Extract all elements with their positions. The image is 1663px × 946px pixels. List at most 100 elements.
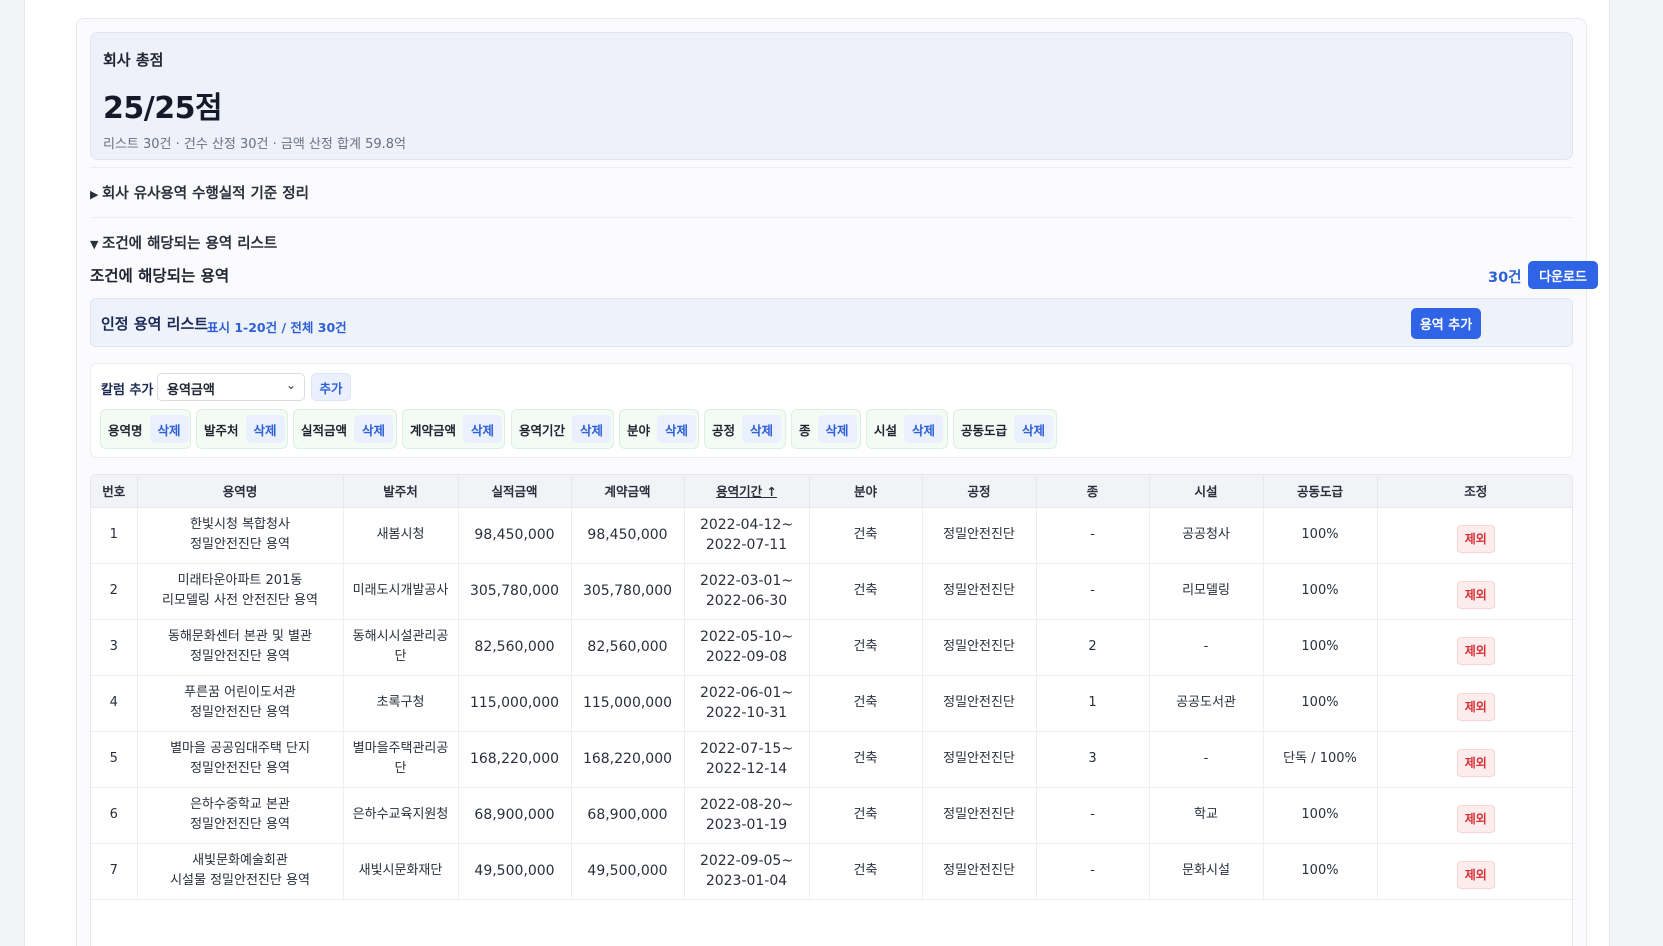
column-delete-button[interactable]: 삭제 [354,415,394,443]
cell-facility: - [1149,731,1264,788]
exclude-button[interactable]: 제외 [1456,861,1495,889]
column-add-button[interactable]: 추가 [311,373,351,401]
cell-type: - [1036,563,1150,620]
column-delete-button[interactable]: 삭제 [657,415,697,443]
column-delete-button[interactable]: 삭제 [904,415,944,443]
cell-client: 새봄시청 [343,507,459,564]
cell-perf-amount: 82,560,000 [458,619,572,676]
cell-facility: 리모델링 [1149,563,1264,620]
table-row: 7 새빛문화예술회관 시설물 정밀안전진단 용역 새빛시문화재단 49,500,000 4… [91,843,1572,900]
cell-no: 1 [91,507,138,564]
cell-process: 정밀안전진단 [922,507,1037,564]
cell-process: 정밀안전진단 [922,787,1037,844]
cell-client: 미래도시개발공사 [343,563,459,620]
cell-field: 건축 [809,843,923,900]
cell-client: 새빛시문화재단 [343,843,459,900]
cell-period: 2022-08-20~ 2023-01-19 [684,787,810,844]
cell-period: 2022-03-01~ 2022-06-30 [684,563,810,620]
column-chip-label: 종 [799,422,811,438]
table-row: 6 은하수중학교 본관 정밀안전진단 용역 은하수교육지원청 68,900,000 68,… [91,787,1572,844]
cell-period-start: 2022-09-05~ [699,853,794,869]
chevron-down-icon: ⌄ [285,378,296,392]
cell-name-line: 정밀안전진단 용역 [190,761,290,776]
expanded-triangle-icon: ▼ [90,238,99,251]
column-chip-label: 시설 [874,422,898,438]
column-delete-button[interactable]: 삭제 [245,415,285,443]
cell-facility: - [1149,619,1264,676]
cell-perf-amount: 68,900,000 [458,787,572,844]
cell-perf-amount: 168,220,000 [458,731,572,788]
column-chip: 용역명 삭제 [100,409,191,449]
divider [90,217,1573,218]
header-name: 용역명 [137,475,344,508]
column-delete-button[interactable]: 삭제 [572,415,612,443]
cell-process: 정밀안전진단 [922,563,1037,620]
header-facility: 시설 [1149,475,1264,508]
column-delete-button[interactable]: 삭제 [742,415,782,443]
cell-period: 2022-07-15~ 2022-12-14 [684,731,810,788]
cell-field: 건축 [809,619,923,676]
approved-list-title: 인정 용역 리스트 [101,315,209,333]
cell-client: 초록구청 [343,675,459,732]
cell-type: - [1036,843,1150,900]
cell-name-line: 별마을 공공임대주택 단지 [170,741,310,756]
header-contract-amount: 계약금액 [571,475,685,508]
cell-name: 한빛시청 복합청사 정밀안전진단 용역 [137,507,344,564]
exclude-button[interactable]: 제외 [1456,693,1495,721]
cell-period-start: 2022-03-01~ [699,573,794,589]
column-delete-button[interactable]: 삭제 [1014,415,1054,443]
cell-client: 동해시시설관리공단 [343,619,459,676]
list-section-label: 조건에 해당되는 용역 리스트 [102,236,278,252]
cell-name-line: 은하수중학교 본관 [190,797,290,812]
cell-period-end: 2023-01-19 [705,817,788,833]
exclude-button[interactable]: 제외 [1456,805,1495,833]
download-button[interactable]: 다운로드 [1528,261,1598,289]
cell-no: 5 [91,731,138,788]
table-row: 4 푸른꿈 어린이도서관 정밀안전진단 용역 초록구청 115,000,000 115,0… [91,675,1572,732]
cell-contract-amount: 98,450,000 [571,507,685,564]
cell-name: 미래타운아파트 201동 리모델링 사전 안전진단 용역 [137,563,344,620]
cell-name-line: 정밀안전진단 용역 [190,649,290,664]
column-chip-label: 공동도급 [961,422,1008,438]
header-period-label: 용역기간 ↑ [716,484,777,500]
cell-no: 7 [91,843,138,900]
cell-name-line: 새빛문화예술회관 [192,853,288,868]
service-table: 번호 용역명 발주처 실적금액 계약금액 용역기간 ↑ 분야 공정 종 시설 공… [90,474,1573,946]
cell-perf-amount: 115,000,000 [458,675,572,732]
cell-contract-amount: 82,560,000 [571,619,685,676]
exclude-button[interactable]: 제외 [1456,525,1495,553]
cell-name-line: 정밀안전진단 용역 [190,817,290,832]
column-chip-label: 실적금액 [301,422,348,438]
column-delete-button[interactable]: 삭제 [149,415,189,443]
column-delete-button[interactable]: 삭제 [463,415,503,443]
column-select[interactable]: 용역금액 ⌄ [157,373,305,401]
cell-type: - [1036,787,1150,844]
cell-period: 2022-09-05~ 2023-01-04 [684,843,810,900]
exclude-button[interactable]: 제외 [1456,637,1495,665]
cell-joint: 100% [1263,843,1378,900]
cell-adjust: 제외 [1377,619,1572,676]
cell-process: 정밀안전진단 [922,619,1037,676]
cell-field: 건축 [809,563,923,620]
column-chip: 용역기간 삭제 [511,409,614,449]
header-adjust: 조정 [1377,475,1572,508]
header-period-sort[interactable]: 용역기간 ↑ [684,475,810,508]
cell-contract-amount: 305,780,000 [571,563,685,620]
exclude-button[interactable]: 제외 [1456,581,1495,609]
cell-period: 2022-05-10~ 2022-09-08 [684,619,810,676]
exclude-button[interactable]: 제외 [1456,749,1495,777]
table-row: 2 미래타운아파트 201동 리모델링 사전 안전진단 용역 미래도시개발공사 305,… [91,563,1572,620]
header-type: 종 [1036,475,1150,508]
cell-perf-amount: 98,450,000 [458,507,572,564]
list-section-toggle[interactable]: ▼ 조건에 해당되는 용역 리스트 [90,232,277,253]
column-chip-label: 분야 [627,422,651,438]
header-no: 번호 [91,475,138,508]
cell-facility: 공공도서관 [1149,675,1264,732]
cell-field: 건축 [809,675,923,732]
add-service-button[interactable]: 용역 추가 [1411,308,1481,339]
cell-period-end: 2022-12-14 [705,761,788,777]
column-select-value: 용역금액 [167,383,215,398]
column-delete-button[interactable]: 삭제 [817,415,857,443]
criteria-section-toggle[interactable]: ▶ 회사 유사용역 수행실적 기준 정리 [90,182,309,203]
cell-no: 2 [91,563,138,620]
